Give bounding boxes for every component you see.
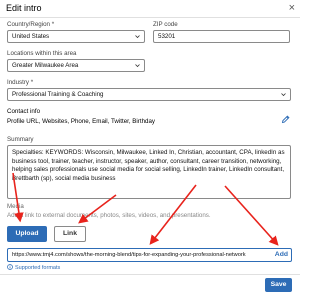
footer-divider [0,274,300,275]
zip-input[interactable]: 53201 [153,30,290,43]
pencil-icon[interactable] [281,115,290,124]
media-label: Media [7,203,24,210]
contact-info-value: Profile URL, Websites, Phone, Email, Twi… [7,118,155,125]
upload-button[interactable]: Upload [7,226,47,242]
industry-value: Professional Training & Coaching [12,91,104,98]
info-icon [7,264,13,270]
save-button[interactable]: Save [265,278,292,292]
media-description: Add a link to external documents, photos… [7,212,211,219]
chevron-down-icon [281,93,286,97]
country-select[interactable]: United States [7,30,145,43]
industry-select[interactable]: Professional Training & Coaching [7,88,291,101]
contact-info-label: Contact info [7,108,41,115]
supported-formats-label: Supported formats [15,265,61,271]
close-icon[interactable]: × [289,2,295,14]
industry-label: Industry * [7,79,34,86]
supported-formats-link[interactable]: Supported formats [7,264,60,271]
media-url-value: https://www.tmj4.com/shows/the-morning-b… [12,252,246,258]
country-label: Country/Region * [7,21,55,28]
chevron-down-icon [135,35,140,39]
zip-label: ZIP code [153,21,178,28]
summary-textarea[interactable]: Specialties: KEYWORDS: Wisconsin, Milwau… [7,145,291,199]
add-link-button[interactable]: Add [275,249,288,261]
locations-label: Locations within this area [7,50,77,57]
link-button[interactable]: Link [54,226,86,242]
modal-title: Edit intro [6,3,42,13]
country-value: United States [12,33,50,40]
locations-select[interactable]: Greater Milwaukee Area [7,59,145,72]
zip-value: 53201 [158,33,176,40]
media-url-input[interactable]: https://www.tmj4.com/shows/the-morning-b… [7,248,292,262]
modal-header: Edit intro × [0,0,300,18]
summary-label: Summary [7,136,34,143]
locations-value: Greater Milwaukee Area [12,62,79,69]
chevron-down-icon [135,64,140,68]
